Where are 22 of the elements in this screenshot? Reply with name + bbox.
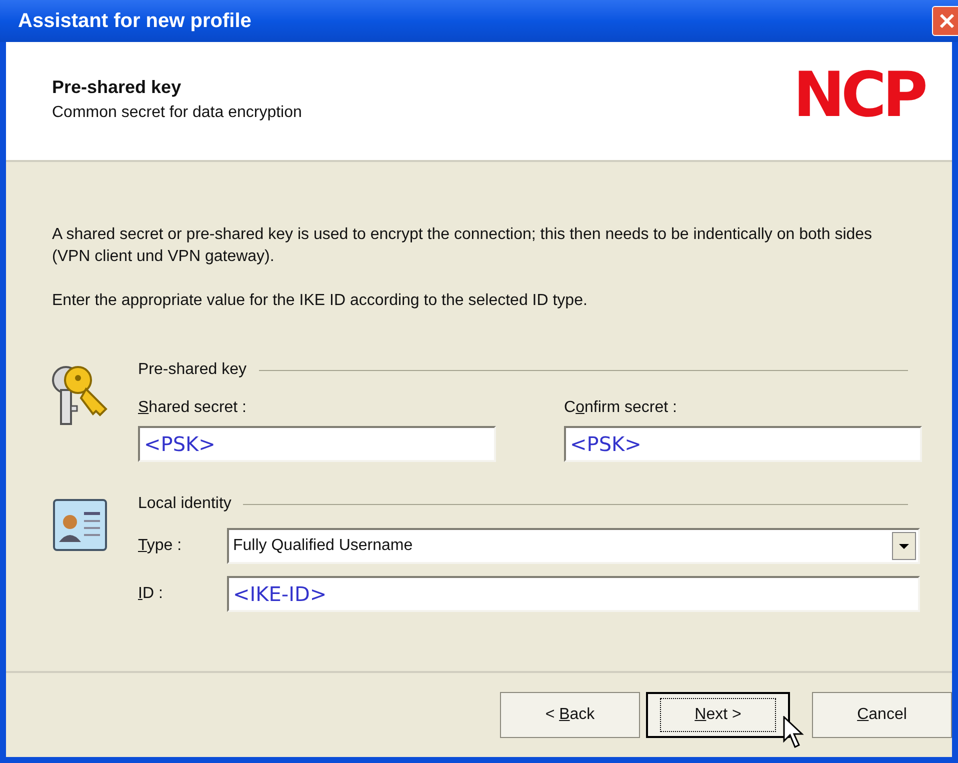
wizard-button[interactable]: Cancel	[812, 692, 952, 738]
id-field[interactable]: <IKE-ID>	[227, 576, 920, 612]
description-text: A shared secret or pre-shared key is used to encrypt the connection; this then needs to be indentically on both sides (VPN client und VPN gateway).	[52, 225, 874, 267]
page-title: Pre-shared key	[52, 76, 182, 99]
field-label: ID :	[138, 584, 164, 604]
secret-field[interactable]: <PSK>	[138, 426, 496, 462]
page-subtitle: Common secret for data encryption	[52, 103, 302, 123]
mouse-cursor-icon	[783, 716, 805, 750]
group-title: Local identity	[138, 494, 232, 514]
wizard-button[interactable]: Next >	[646, 692, 790, 738]
wizard-button[interactable]: < Back	[500, 692, 640, 738]
group-title: Pre-shared key	[138, 360, 246, 380]
description-text: Enter the appropriate value for the IKE ID according to the selected ID type.	[52, 291, 588, 311]
type-dropdown[interactable]: Fully Qualified Username	[227, 528, 920, 564]
secret-field[interactable]: <PSK>	[564, 426, 922, 462]
logo: NCP	[793, 64, 924, 126]
field-label: Confirm secret :	[564, 398, 678, 418]
close-button[interactable]	[932, 6, 958, 36]
window-title: Assistant for new profile	[18, 9, 252, 34]
field-label: Type :	[138, 536, 183, 556]
field-label: Shared secret :	[138, 398, 248, 418]
close-icon	[939, 13, 955, 29]
